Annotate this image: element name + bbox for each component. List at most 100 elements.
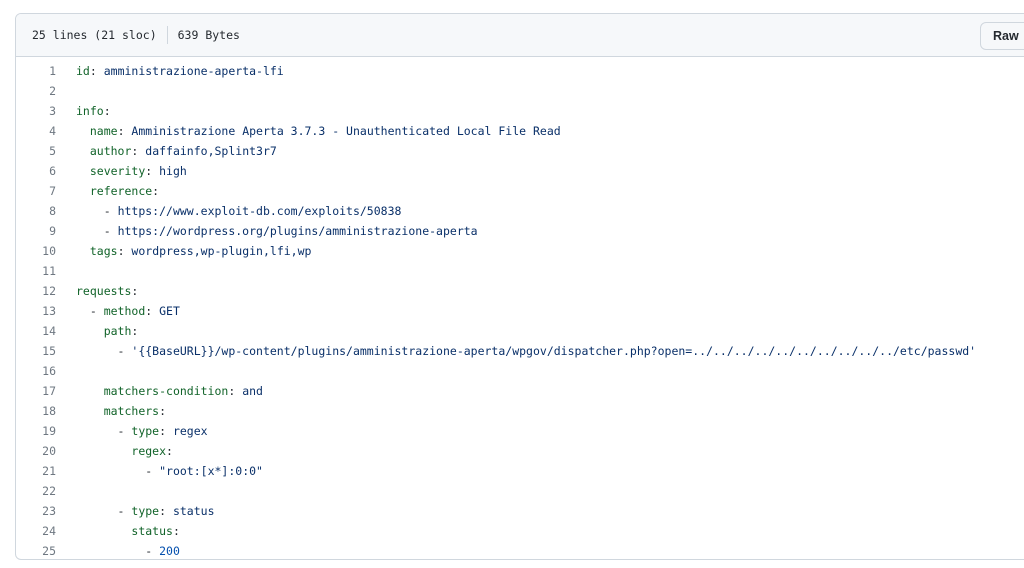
line-number[interactable]: 19 <box>16 421 76 441</box>
code-line: 21 - "root:[x*]:0:0" <box>16 461 1024 481</box>
yaml-separator: : <box>166 444 173 458</box>
yaml-separator: : <box>89 64 104 78</box>
yaml-separator: : <box>117 124 132 138</box>
code-text: - type: status <box>76 501 215 521</box>
code-block: 1 id: amministrazione-aperta-lfi 2 3 info: 4 … <box>16 57 1024 559</box>
line-number[interactable]: 10 <box>16 241 76 261</box>
yaml-value: https://www.exploit-db.com/exploits/5083… <box>117 204 402 218</box>
line-number[interactable]: 2 <box>16 81 76 101</box>
code-text: id: amministrazione-aperta-lfi <box>76 61 284 81</box>
line-number[interactable]: 15 <box>16 341 76 361</box>
code-line: 2 <box>16 81 1024 101</box>
yaml-key: status <box>131 524 173 538</box>
raw-button[interactable]: Raw <box>980 22 1024 50</box>
code-line: 13 - method: GET <box>16 301 1024 321</box>
yaml-key: path <box>103 324 132 338</box>
yaml-key: author <box>89 144 132 158</box>
line-number[interactable]: 23 <box>16 501 76 521</box>
yaml-separator: : <box>152 184 160 198</box>
code-text: severity: high <box>76 161 187 181</box>
code-line: 6 severity: high <box>16 161 1024 181</box>
code-line: 10 tags: wordpress,wp-plugin,lfi,wp <box>16 241 1024 261</box>
code-text: - method: GET <box>76 301 180 321</box>
yaml-separator: : <box>103 104 111 118</box>
yaml-key: regex <box>131 444 167 458</box>
file-info: 25 lines (21 sloc) 639 Bytes <box>16 26 240 44</box>
yaml-key: severity <box>89 164 146 178</box>
code-text: - "root:[x*]:0:0" <box>76 461 263 481</box>
line-number[interactable]: 8 <box>16 201 76 221</box>
line-number[interactable]: 18 <box>16 401 76 421</box>
line-count: 25 lines (21 sloc) <box>32 28 157 42</box>
code-line: 4 name: Amministrazione Aperta 3.7.3 - U… <box>16 121 1024 141</box>
line-number[interactable]: 7 <box>16 181 76 201</box>
line-number[interactable]: 16 <box>16 361 76 381</box>
line-number[interactable]: 6 <box>16 161 76 181</box>
line-number[interactable]: 11 <box>16 261 76 281</box>
yaml-key: id <box>76 64 90 78</box>
code-indent: - <box>76 424 132 438</box>
code-text: reference: <box>76 181 159 201</box>
yaml-key: info <box>76 104 104 118</box>
yaml-key: matchers-condition <box>103 384 229 398</box>
yaml-value: https://wordpress.org/plugins/amministra… <box>117 224 478 238</box>
file-viewer: 25 lines (21 sloc) 639 Bytes Raw 1 id: am… <box>15 13 1024 560</box>
code-text: - '{{BaseURL}}/wp-content/plugins/ammini… <box>76 341 977 361</box>
line-number[interactable]: 1 <box>16 61 76 81</box>
line-number[interactable]: 4 <box>16 121 76 141</box>
code-line: 5 author: daffainfo,Splint3r7 <box>16 141 1024 161</box>
yaml-value: status <box>172 504 215 518</box>
line-number[interactable]: 13 <box>16 301 76 321</box>
divider <box>166 26 168 44</box>
yaml-separator: : <box>172 524 180 538</box>
yaml-value: daffainfo,Splint3r7 <box>145 144 277 158</box>
yaml-key: requests <box>76 284 132 298</box>
code-text: - 200 <box>76 541 180 559</box>
code-line: 18 matchers: <box>16 401 1024 421</box>
line-number[interactable]: 17 <box>16 381 76 401</box>
yaml-separator: - <box>103 224 118 238</box>
yaml-separator: : <box>228 384 243 398</box>
code-text: matchers: <box>76 401 166 421</box>
code-line: 14 path: <box>16 321 1024 341</box>
yaml-separator: : <box>145 164 160 178</box>
line-number[interactable]: 20 <box>16 441 76 461</box>
line-number[interactable]: 22 <box>16 481 76 501</box>
line-number[interactable]: 21 <box>16 461 76 481</box>
code-line: 25 - 200 <box>16 541 1024 559</box>
yaml-separator: - <box>103 204 118 218</box>
code-line: 19 - type: regex <box>16 421 1024 441</box>
yaml-separator: : <box>145 304 160 318</box>
yaml-value: '{{BaseURL}}/wp-content/plugins/amminist… <box>131 344 977 358</box>
yaml-separator: : <box>159 424 173 438</box>
code-text: status: <box>76 521 180 541</box>
code-text: regex: <box>76 441 173 461</box>
yaml-separator: : <box>131 144 146 158</box>
yaml-value: regex <box>172 424 208 438</box>
code-text: - type: regex <box>76 421 208 441</box>
yaml-separator: : <box>159 404 167 418</box>
line-number[interactable]: 3 <box>16 101 76 121</box>
line-number[interactable]: 14 <box>16 321 76 341</box>
yaml-separator: : <box>131 324 139 338</box>
line-number[interactable]: 12 <box>16 281 76 301</box>
code-text: matchers-condition: and <box>76 381 263 401</box>
line-number[interactable]: 25 <box>16 541 76 559</box>
code-line: 24 status: <box>16 521 1024 541</box>
yaml-separator: : <box>131 284 139 298</box>
line-number[interactable]: 5 <box>16 141 76 161</box>
code-line: 23 - type: status <box>16 501 1024 521</box>
yaml-value: Amministrazione Aperta 3.7.3 - Unauthent… <box>131 124 561 138</box>
line-number[interactable]: 24 <box>16 521 76 541</box>
line-number[interactable]: 9 <box>16 221 76 241</box>
code-line: 15 - '{{BaseURL}}/wp-content/plugins/amm… <box>16 341 1024 361</box>
yaml-key: type <box>131 424 160 438</box>
